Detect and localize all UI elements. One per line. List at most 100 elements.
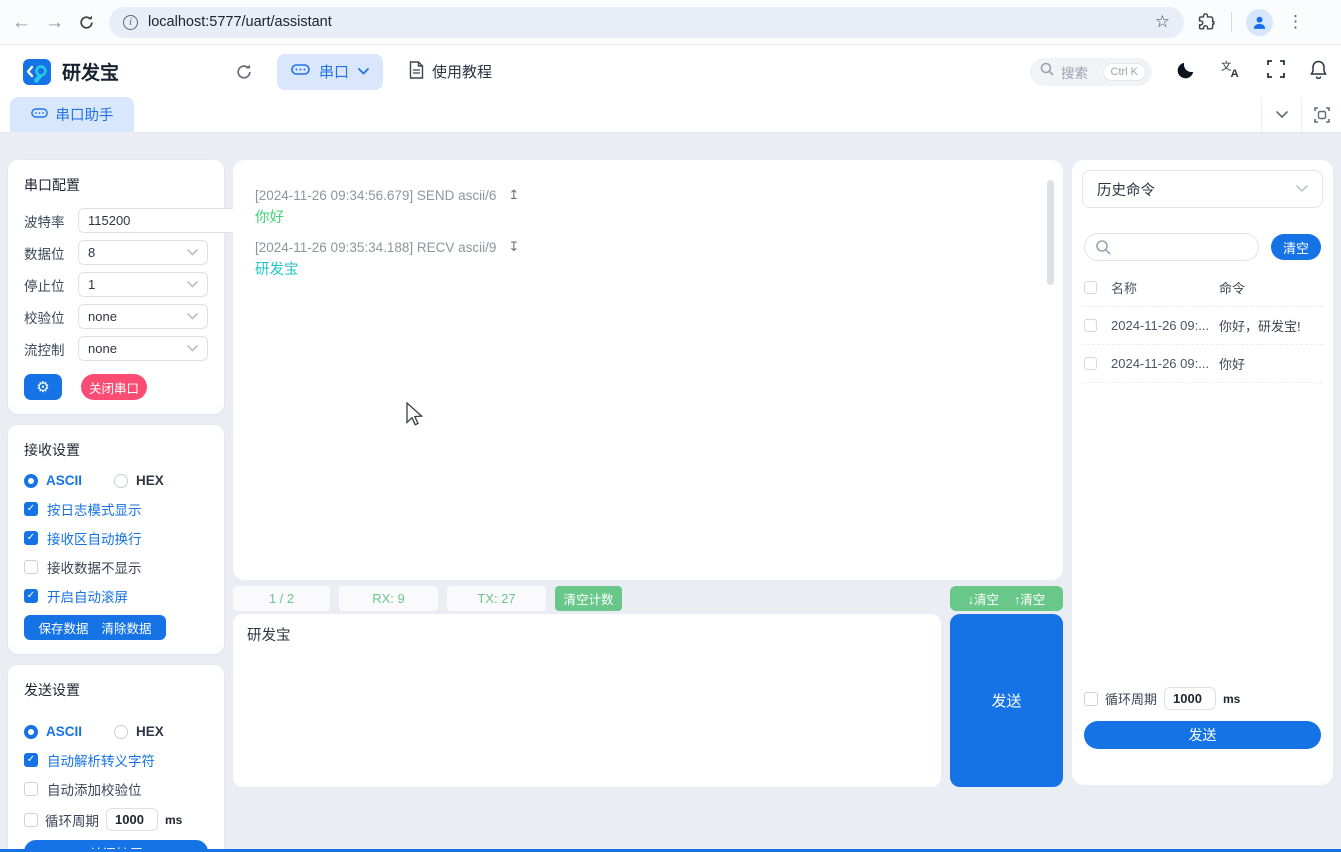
- checkbox-unchecked-icon[interactable]: [1084, 691, 1098, 706]
- checkbox-unchecked-icon[interactable]: [24, 812, 38, 827]
- chevron-down-icon: [187, 249, 198, 256]
- save-data-button[interactable]: 保存数据: [38, 618, 88, 637]
- tab-list-chevron-icon[interactable]: [1261, 97, 1301, 132]
- row-checkbox[interactable]: [1084, 319, 1097, 332]
- bell-icon[interactable]: [1310, 60, 1327, 84]
- send-settings-title: 发送设置: [24, 682, 80, 698]
- send-format-radios: ASCII HEX: [24, 724, 208, 739]
- checkbox-checked-icon[interactable]: ✓: [24, 589, 38, 603]
- data-bits-select[interactable]: 8: [78, 240, 208, 265]
- maximize-view-icon[interactable]: [1301, 97, 1341, 132]
- message-meta: [2024-11-26 09:34:56.679] SEND ascii/6: [255, 187, 497, 203]
- checkbox-checked-icon[interactable]: ✓: [24, 753, 38, 767]
- tabbar-controls: [1261, 97, 1341, 132]
- refresh-icon[interactable]: [235, 63, 253, 81]
- search-shortcut-badge: Ctrl K: [1102, 62, 1146, 81]
- receive-settings-card: 接收设置 ASCII HEX ✓ 按日志模式显示 ✓ 接收区自动换行 接收数据不…: [8, 425, 224, 654]
- history-clear-button[interactable]: 清空: [1271, 234, 1321, 260]
- left-sidebar: 串口配置 波特率 数据位 8 停止位 1: [8, 160, 274, 852]
- history-row[interactable]: 2024-11-26 09:... 你好，研发宝!: [1082, 307, 1323, 345]
- mouse-cursor: [406, 402, 424, 426]
- row-checkbox[interactable]: [1084, 357, 1097, 370]
- settings-gear-button[interactable]: ⚙: [24, 374, 62, 400]
- escape-parse-option: ✓ 自动解析转义字符: [24, 750, 208, 770]
- history-search-input[interactable]: [1084, 233, 1259, 261]
- checkbox-checked-icon[interactable]: ✓: [24, 502, 38, 516]
- global-search-input[interactable]: 搜索 Ctrl K: [1030, 57, 1152, 86]
- checkbox-unchecked-icon[interactable]: [24, 782, 38, 796]
- select-all-checkbox[interactable]: [1084, 281, 1097, 294]
- tab-serial-assistant[interactable]: 串口助手: [10, 97, 134, 132]
- nav-serial-label: 串口: [319, 64, 350, 81]
- page-indicator: 1 / 2: [233, 586, 330, 611]
- flow-control-select[interactable]: none: [78, 336, 208, 361]
- send-input[interactable]: 研发宝: [233, 614, 941, 787]
- cycle-unit-label: ms: [1223, 691, 1241, 706]
- history-mode-select[interactable]: 历史命令: [1082, 170, 1323, 208]
- info-icon[interactable]: i: [123, 14, 138, 30]
- receive-format-radios: ASCII HEX: [24, 473, 208, 488]
- clear-count-button[interactable]: 清空计数: [555, 586, 622, 611]
- clear-down-button[interactable]: ↓清空: [968, 589, 999, 608]
- log-mode-label: 按日志模式显示: [47, 503, 142, 518]
- history-send-button[interactable]: 发送: [1084, 721, 1321, 749]
- hide-data-option: 接收数据不显示: [24, 557, 208, 577]
- stop-bits-select[interactable]: 1: [78, 272, 208, 297]
- dark-mode-icon[interactable]: [1177, 60, 1196, 84]
- back-icon[interactable]: ←: [12, 13, 31, 32]
- escape-parse-label: 自动解析转义字符: [47, 754, 155, 769]
- history-cycle-input[interactable]: [1164, 687, 1217, 710]
- history-table-header: 名称 命令: [1082, 269, 1323, 307]
- clear-up-button[interactable]: ↑清空: [1014, 589, 1045, 608]
- checkbox-checked-icon[interactable]: ✓: [24, 531, 38, 545]
- forward-icon[interactable]: →: [45, 13, 64, 32]
- ascii-radio[interactable]: [24, 473, 38, 488]
- auto-scroll-label: 开启自动滚屏: [47, 590, 128, 605]
- ascii-radio[interactable]: [24, 724, 38, 739]
- cycle-unit-label: ms: [165, 812, 183, 827]
- screen: ← → i localhost:5777/uart/assistant ☆ ⋮: [0, 0, 1341, 852]
- auto-wrap-label: 接收区自动换行: [47, 532, 142, 547]
- document-icon: [409, 60, 424, 83]
- history-table: 名称 命令 2024-11-26 09:... 你好，研发宝! 2024-11-…: [1082, 269, 1323, 383]
- chevron-down-icon: [358, 68, 369, 75]
- checkbox-unchecked-icon[interactable]: [24, 560, 38, 574]
- close-serial-button[interactable]: 关闭串口: [81, 374, 147, 400]
- svg-text:A: A: [1231, 68, 1239, 79]
- history-row[interactable]: 2024-11-26 09:... 你好: [1082, 345, 1323, 383]
- nav-tutorial-link[interactable]: 使用教程: [409, 60, 492, 83]
- clear-data-button[interactable]: 清除数据: [102, 618, 152, 637]
- chevron-down-icon: [187, 345, 198, 352]
- translate-icon[interactable]: 文A: [1221, 59, 1242, 84]
- hex-radio[interactable]: [114, 473, 129, 488]
- nav-serial-button[interactable]: 串口: [277, 53, 384, 90]
- baud-rate-row: 波特率: [24, 208, 274, 233]
- row-name: 2024-11-26 09:...: [1111, 356, 1210, 371]
- clear-up-label: 清空: [1020, 593, 1046, 607]
- stop-bits-row: 停止位 1: [24, 272, 208, 297]
- reload-icon[interactable]: [78, 14, 95, 31]
- clear-down-label: 清空: [973, 593, 999, 607]
- hex-radio-label: HEX: [136, 473, 164, 488]
- cycle-period-label: 循环周期: [45, 813, 99, 829]
- parity-select[interactable]: none: [78, 304, 208, 329]
- cycle-period-input[interactable]: [106, 808, 158, 831]
- fullscreen-icon[interactable]: [1267, 60, 1285, 83]
- message-log-panel[interactable]: [2024-11-26 09:34:56.679] SEND ascii/6 ↥…: [233, 160, 1063, 580]
- parity-value: none: [88, 309, 117, 324]
- profile-avatar[interactable]: [1246, 8, 1273, 36]
- bookmark-star-icon[interactable]: ☆: [1155, 12, 1170, 32]
- extensions-icon[interactable]: [1198, 12, 1217, 32]
- flow-control-value: none: [88, 341, 117, 356]
- scrollbar-thumb[interactable]: [1047, 180, 1054, 285]
- message-meta: [2024-11-26 09:35:34.188] RECV ascii/9: [255, 239, 497, 255]
- main-content: 串口配置 波特率 数据位 8 停止位 1: [0, 133, 1341, 852]
- clear-scroll-button-group: ↓清空 ↑清空: [950, 586, 1063, 611]
- hex-radio[interactable]: [114, 724, 129, 739]
- message-body: 研发宝: [255, 262, 299, 278]
- address-bar[interactable]: i localhost:5777/uart/assistant ☆: [109, 6, 1184, 38]
- hide-data-label: 接收数据不显示: [47, 561, 142, 576]
- send-button[interactable]: 发送: [950, 614, 1063, 787]
- browser-menu-icon[interactable]: ⋮: [1287, 12, 1304, 32]
- ascii-radio-label: ASCII: [46, 473, 83, 488]
